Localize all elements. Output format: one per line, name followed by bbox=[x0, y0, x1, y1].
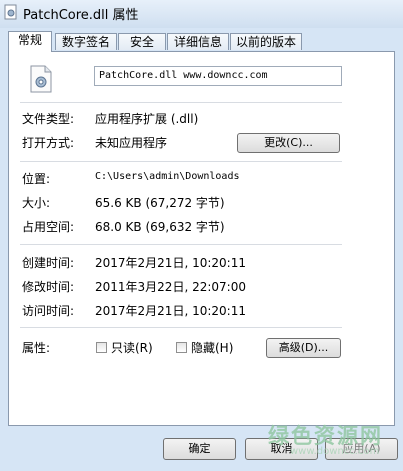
change-button[interactable]: 更改(C)... bbox=[237, 133, 340, 153]
readonly-label[interactable]: 只读(R) bbox=[111, 339, 153, 356]
file-type-label: 文件类型: bbox=[22, 112, 75, 126]
open-with-value: 未知应用程序 bbox=[95, 136, 168, 150]
tab-digital-signature[interactable]: 数字签名 bbox=[55, 33, 117, 50]
file-name-field[interactable]: PatchCore.dll www.downcc.com bbox=[94, 66, 342, 86]
dll-file-icon bbox=[30, 65, 52, 93]
size-label: 大小: bbox=[22, 196, 51, 210]
attributes-label: 属性: bbox=[22, 341, 51, 355]
watermark-url: www.downcc.com bbox=[290, 446, 380, 457]
created-label: 创建时间: bbox=[22, 256, 75, 270]
location-label: 位置: bbox=[22, 172, 51, 186]
accessed-value: 2017年2月21日, 10:20:11 bbox=[95, 304, 246, 318]
divider bbox=[20, 327, 342, 328]
location-value: C:\Users\admin\Downloads bbox=[95, 171, 240, 182]
title-bar: PatchCore.dll 属性 bbox=[0, 0, 403, 28]
size-value: 65.6 KB (67,272 字节) bbox=[95, 196, 225, 210]
divider bbox=[20, 244, 342, 245]
divider bbox=[20, 102, 342, 103]
advanced-button[interactable]: 高级(D)... bbox=[266, 338, 341, 358]
tab-previous-versions[interactable]: 以前的版本 bbox=[230, 33, 302, 50]
modified-label: 修改时间: bbox=[22, 280, 75, 294]
tab-general[interactable]: 常规 bbox=[8, 31, 52, 52]
window-title: PatchCore.dll 属性 bbox=[23, 8, 139, 23]
hidden-label[interactable]: 隐藏(H) bbox=[191, 339, 233, 356]
created-value: 2017年2月21日, 10:20:11 bbox=[95, 256, 246, 270]
disk-size-label: 占用空间: bbox=[22, 220, 75, 234]
accessed-label: 访问时间: bbox=[22, 304, 75, 318]
tab-details[interactable]: 详细信息 bbox=[167, 33, 229, 50]
readonly-checkbox[interactable] bbox=[96, 342, 107, 353]
disk-size-value: 68.0 KB (69,632 字节) bbox=[95, 220, 225, 234]
file-type-value: 应用程序扩展 (.dll) bbox=[95, 112, 199, 126]
divider bbox=[20, 161, 342, 162]
file-properties-icon bbox=[4, 4, 17, 20]
ok-button[interactable]: 确定 bbox=[163, 438, 236, 460]
modified-value: 2011年3月22日, 22:07:00 bbox=[95, 280, 246, 294]
tab-security[interactable]: 安全 bbox=[118, 33, 166, 50]
hidden-checkbox[interactable] bbox=[176, 342, 187, 353]
open-with-label: 打开方式: bbox=[22, 136, 75, 150]
general-panel bbox=[8, 51, 395, 426]
